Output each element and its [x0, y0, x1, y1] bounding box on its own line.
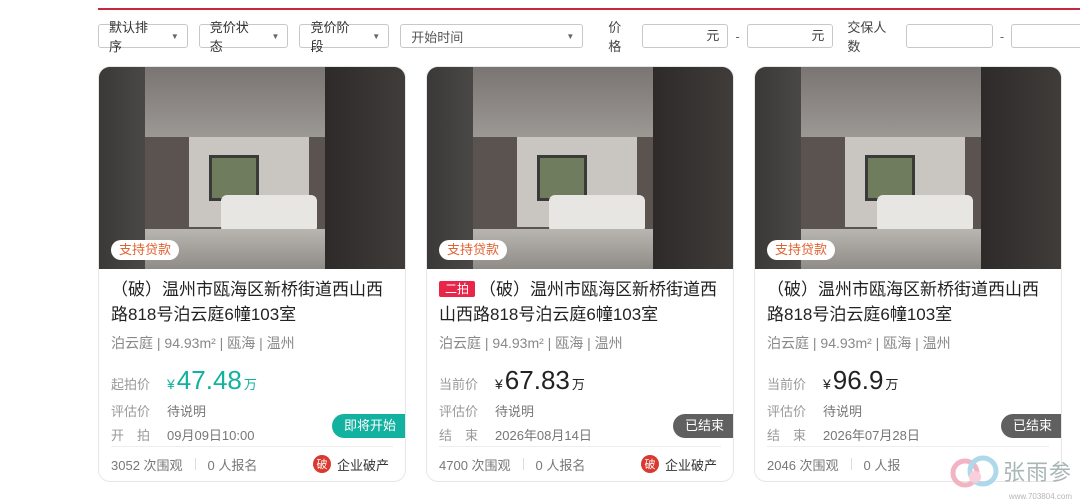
bid-stage-label: 竞价阶段 [310, 20, 350, 54]
bid-stage-dropdown[interactable]: 竞价阶段 ▼ [299, 20, 390, 54]
listing-title-text: （破）温州市瓯海区新桥街道西山西路818号泊云庭6幢103室 [111, 280, 383, 324]
price-value: 67.83 [504, 365, 570, 395]
loan-support-badge: 支持贷款 [111, 240, 180, 260]
chevron-down-icon: ▼ [566, 31, 575, 41]
view-count: 4700 次围观 [439, 457, 511, 473]
time-label: 结 束 [767, 428, 807, 443]
price-label: 当前价 [439, 377, 479, 392]
property-photo: 支持贷款 [755, 67, 1061, 269]
price-unit: 万 [885, 377, 899, 392]
price-dash: - [735, 28, 740, 44]
card-footer: 4700 次围观 0 人报名 破 企业破产 [439, 446, 721, 481]
price-max-input[interactable]: 元 [746, 24, 834, 48]
yen-symbol: ¥ [167, 376, 175, 392]
second-auction-tag: 二拍 [439, 281, 476, 297]
price-unit: 万 [571, 377, 585, 392]
chevron-down-icon: ▼ [372, 31, 381, 41]
watermark-text: 张雨参 [1002, 460, 1072, 485]
deposit-filter-label: 交保人数 [847, 20, 887, 54]
time-label: 开 拍 [111, 428, 151, 443]
listing-title-text: （破）温州市瓯海区新桥街道西山西路818号泊云庭6幢103室 [767, 280, 1039, 324]
yen-symbol: ¥ [823, 376, 831, 392]
bid-status-dropdown[interactable]: 竞价状态 ▼ [198, 20, 289, 54]
deposit-dash: - [999, 28, 1005, 44]
chevron-down-icon: ▼ [170, 31, 179, 41]
listing-title-text: （破）温州市瓯海区新桥街道西山西路818号泊云庭6幢103室 [439, 280, 718, 324]
eval-label: 评估价 [767, 404, 807, 419]
bankruptcy-icon: 破 [640, 455, 659, 473]
bankruptcy-tag: 破 企业破产 [640, 455, 717, 474]
status-badge: 已结束 [672, 414, 733, 438]
listing-card[interactable]: 支持贷款 二拍 （破）温州市瓯海区新桥街道西山西路818号泊云庭6幢103室 泊云… [426, 66, 734, 482]
listing-grid: 支持贷款 （破）温州市瓯海区新桥街道西山西路818号泊云庭6幢103室 泊云庭 … [98, 66, 1080, 482]
price-min-input[interactable]: 元 [641, 24, 729, 48]
price-max-unit: 元 [811, 28, 825, 43]
property-photo: 支持贷款 [427, 67, 733, 269]
signup-count: 0 人报名 [535, 457, 586, 473]
price-row: 起拍价 ¥ 47.48 万 [111, 365, 393, 395]
eval-value: 待说明 [495, 404, 535, 419]
price-row: 当前价 ¥ 67.83 万 [439, 365, 721, 395]
signup-count: 0 人报 [863, 457, 901, 473]
listing-title[interactable]: 二拍 （破）温州市瓯海区新桥街道西山西路818号泊云庭6幢103室 [439, 277, 719, 327]
start-time-placeholder: 开始时间 [411, 29, 464, 45]
bankruptcy-text: 企业破产 [336, 457, 389, 473]
price-value: 96.9 [832, 365, 884, 395]
eval-value: 待说明 [823, 404, 863, 419]
watermark-logo-icon [950, 455, 999, 488]
price-label: 当前价 [767, 377, 807, 392]
bankruptcy-text: 企业破产 [664, 457, 717, 473]
listing-card[interactable]: 支持贷款 （破）温州市瓯海区新桥街道西山西路818号泊云庭6幢103室 泊云庭 … [98, 66, 406, 482]
price-filter-label: 价格 [608, 20, 622, 54]
deposit-min-input[interactable] [906, 24, 993, 48]
sort-dropdown[interactable]: 默认排序 ▼ [98, 20, 188, 54]
listing-title[interactable]: （破）温州市瓯海区新桥街道西山西路818号泊云庭6幢103室 [767, 277, 1047, 327]
price-unit: 万 [243, 377, 257, 392]
bankruptcy-icon: 破 [312, 455, 331, 473]
listing-card[interactable]: 支持贷款 （破）温州市瓯海区新桥街道西山西路818号泊云庭6幢103室 泊云庭 … [754, 66, 1062, 482]
start-time-dropdown[interactable]: 开始时间 ▼ [400, 24, 584, 48]
time-value: 2026年08月14日 [495, 428, 592, 443]
property-photo: 支持贷款 [99, 67, 405, 269]
top-accent-line [98, 8, 1080, 10]
time-value: 2026年07月28日 [823, 428, 920, 443]
price-value: 47.48 [176, 365, 242, 395]
yen-symbol: ¥ [495, 376, 503, 392]
watermark: 张雨参 www.703804.com [949, 451, 1072, 501]
watermark-url: www.703804.com [1008, 492, 1072, 501]
eval-label: 评估价 [111, 404, 151, 419]
time-label: 结 束 [439, 428, 479, 443]
listing-meta: 泊云庭 | 94.93m² | 瓯海 | 温州 [767, 335, 951, 351]
loan-support-badge: 支持贷款 [767, 240, 836, 260]
listing-meta: 泊云庭 | 94.93m² | 瓯海 | 温州 [111, 335, 295, 351]
status-badge: 即将开始 [331, 414, 405, 438]
view-count: 3052 次围观 [111, 457, 183, 473]
deposit-max-input[interactable] [1011, 24, 1080, 48]
price-row: 当前价 ¥ 96.9 万 [767, 365, 1049, 395]
card-footer: 3052 次围观 0 人报名 破 企业破产 [111, 446, 393, 481]
signup-count: 0 人报名 [207, 457, 258, 473]
view-count: 2046 次围观 [767, 457, 839, 473]
sort-label: 默认排序 [109, 20, 149, 54]
price-label: 起拍价 [111, 377, 151, 392]
price-min-unit: 元 [706, 28, 720, 43]
listing-meta: 泊云庭 | 94.93m² | 瓯海 | 温州 [439, 335, 623, 351]
status-badge: 已结束 [1000, 414, 1061, 438]
bankruptcy-tag: 破 企业破产 [312, 455, 389, 474]
time-value: 09月09日10:00 [167, 428, 255, 443]
eval-label: 评估价 [439, 404, 479, 419]
eval-value: 待说明 [167, 404, 207, 419]
chevron-down-icon: ▼ [271, 31, 280, 41]
filter-bar: 默认排序 ▼ 竞价状态 ▼ 竞价阶段 ▼ 开始时间 ▼ 价格 元 - 元 交保人数 - [98, 20, 1080, 54]
bid-status-label: 竞价状态 [209, 20, 249, 54]
listing-title[interactable]: （破）温州市瓯海区新桥街道西山西路818号泊云庭6幢103室 [111, 277, 391, 327]
loan-support-badge: 支持贷款 [439, 240, 508, 260]
